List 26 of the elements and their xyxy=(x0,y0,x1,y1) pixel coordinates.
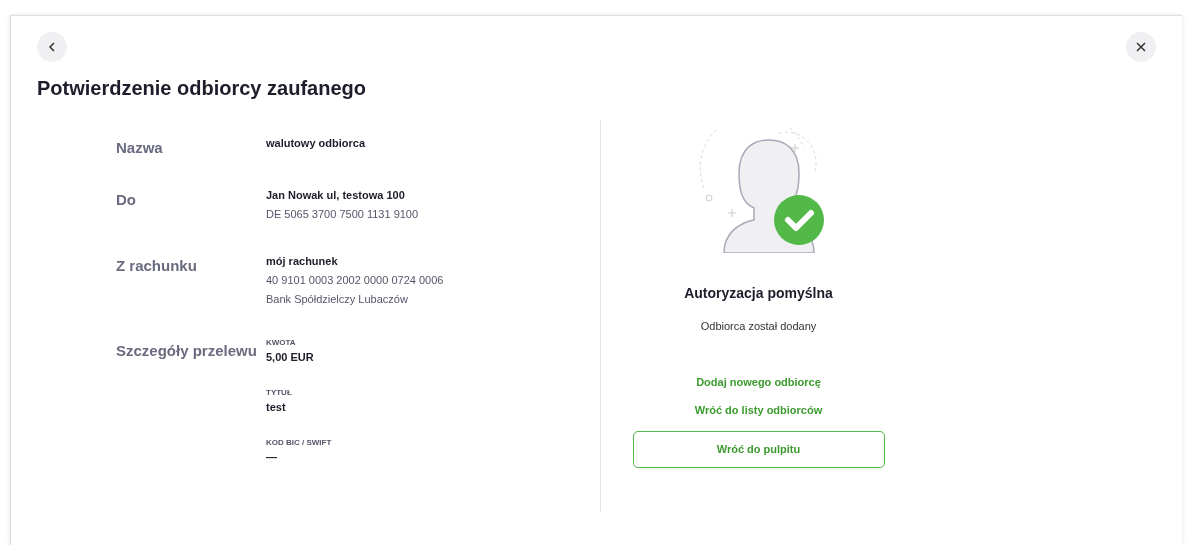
field-value: Jan Nowak ul, testowa 100 xyxy=(266,188,406,203)
field-value: DE 5065 3700 7500 1131 9100 xyxy=(266,207,419,222)
field-value: 5,00 EUR xyxy=(266,350,315,365)
field-value: 40 9101 0003 2002 0000 0724 0006 xyxy=(266,273,444,288)
chevron-left-icon xyxy=(48,42,56,52)
result-message: Odbiorca został dodany xyxy=(700,319,817,334)
field-caption: TYTUŁ xyxy=(266,387,293,399)
field-caption: KWOTA xyxy=(266,337,297,349)
field-value: test xyxy=(266,400,287,415)
result-heading: Autoryzacja pomyślna xyxy=(684,284,833,303)
page-title: Potwierdzenie odbiorcy zaufanego xyxy=(37,76,367,101)
action-link[interactable]: Dodaj nowego odbiorcę xyxy=(696,374,821,389)
close-button[interactable] xyxy=(1126,32,1156,62)
action-link[interactable]: Wróć do listy odbiorców xyxy=(694,402,823,417)
back-button[interactable] xyxy=(37,32,67,62)
dashboard-button[interactable]: Wróć do pulpitu xyxy=(632,430,885,468)
field-value: walutowy odbiorca xyxy=(266,136,365,151)
field-caption: KOD BIC / SWIFT xyxy=(266,437,332,449)
close-icon xyxy=(1136,42,1146,52)
field-label: Szczegóły przelewu xyxy=(116,341,258,361)
field-label: Nazwa xyxy=(116,138,164,158)
field-label: Do xyxy=(116,190,137,210)
field-value: — xyxy=(266,450,278,465)
field-label: Z rachunku xyxy=(116,256,198,276)
field-value: mój rachunek xyxy=(266,254,339,269)
field-value: Bank Spółdzielczy Lubaczów xyxy=(266,292,409,307)
